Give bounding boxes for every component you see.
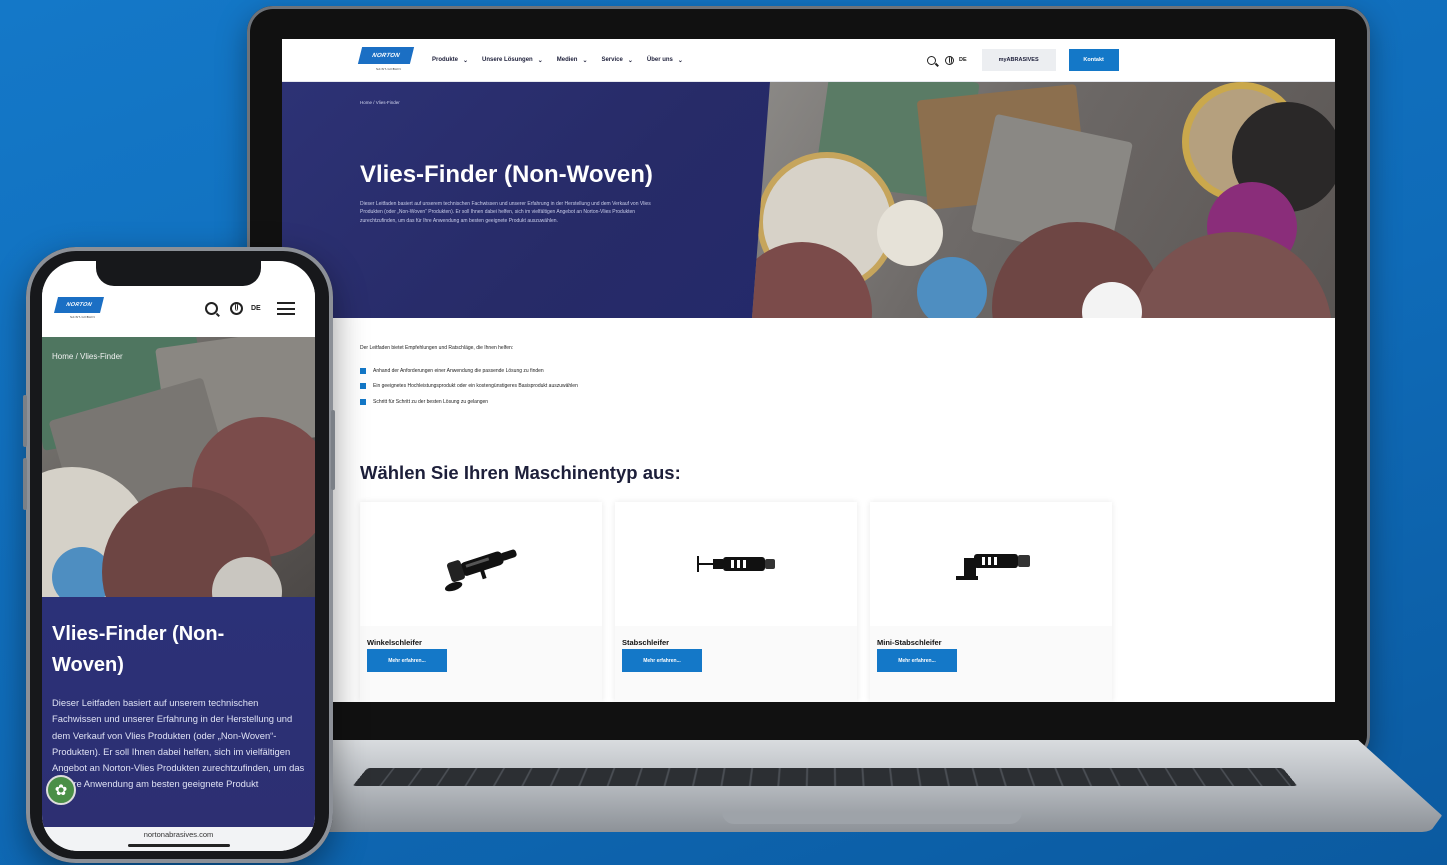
- hero-banner: Home / Vlies-Finder Vlies-Finder (Non-Wo…: [282, 82, 1335, 318]
- header-actions: DE myABRASIVES Kontakt: [927, 49, 1119, 71]
- menu-icon[interactable]: [276, 302, 295, 315]
- machine-type-cards: Winkelschleifer Mehr erfahren... Stabsch…: [360, 502, 1112, 702]
- page-title: Vlies-Finder (Non-Woven): [52, 623, 225, 676]
- cookie-icon[interactable]: ✿: [46, 775, 76, 805]
- card-title: Stabschleifer: [622, 638, 670, 647]
- abrasive-disc: [877, 200, 943, 266]
- laptop-keyboard: [352, 768, 1298, 787]
- search-icon[interactable]: [927, 55, 936, 65]
- card-footer: Stabschleifer Mehr erfahren...: [615, 626, 857, 702]
- nav-label: Unsere Lösungen: [482, 57, 533, 63]
- card-title: Winkelschleifer: [367, 638, 422, 647]
- section-title: Wählen Sie Ihren Maschinentyp aus:: [360, 462, 681, 483]
- nav-item-produkte[interactable]: Produkte ⌄: [432, 57, 468, 64]
- language-selector[interactable]: DE: [959, 57, 967, 63]
- list-item-text: Anhand der Anforderungen einer Anwendung…: [373, 367, 544, 374]
- angle-grinder-icon: [444, 549, 517, 592]
- chevron-down-icon: ⌄: [677, 57, 683, 64]
- norton-logo[interactable]: NORTON SAINT-GOBAIN: [54, 297, 104, 321]
- list-item-text: Schritt für Schritt zu der besten Lösung…: [373, 398, 489, 405]
- search-icon[interactable]: [205, 302, 218, 315]
- nav-label: Produkte: [432, 57, 459, 63]
- mehr-erfahren-button[interactable]: Mehr erfahren...: [367, 649, 447, 672]
- nav-label: Über uns: [646, 57, 673, 63]
- abrasive-disc: [917, 257, 987, 318]
- browser-url-bar[interactable]: nortonabrasives.com: [42, 827, 315, 851]
- desktop-website: NORTON SAINT-GOBAIN Produkte ⌄ Unsere Lös…: [282, 39, 1335, 702]
- hero-product-image: [752, 82, 1335, 318]
- site-header: NORTON SAINT-GOBAIN Produkte ⌄ Unsere Lös…: [282, 39, 1335, 82]
- page-title: Vlies-Finder (Non-Woven): [360, 161, 653, 188]
- main-nav: Produkte ⌄ Unsere Lösungen ⌄ Medien ⌄ Servi…: [432, 57, 683, 64]
- nav-item-loesungen[interactable]: Unsere Lösungen ⌄: [482, 57, 543, 64]
- norton-logo[interactable]: NORTON SAINT-GOBAIN: [357, 47, 415, 73]
- chevron-down-icon: ⌄: [463, 57, 469, 64]
- logo-mark: NORTON: [54, 297, 104, 313]
- breadcrumb[interactable]: Home / Vlies-Finder: [360, 100, 400, 105]
- language-selector[interactable]: DE: [251, 305, 261, 312]
- card-image: [360, 502, 602, 626]
- logo-subtitle: SAINT-GOBAIN: [376, 67, 401, 71]
- main-content: Der Leitfaden bietet Empfehlungen und Ra…: [282, 318, 1335, 702]
- home-indicator: [128, 844, 230, 847]
- hero-text-panel: Home / Vlies-Finder Vlies-Finder (Non-Wo…: [282, 82, 782, 318]
- laptop-opening-notch: [722, 812, 1022, 824]
- list-item: Schritt für Schritt zu der besten Lösung…: [360, 394, 578, 410]
- benefit-list: Anhand der Anforderungen einer Anwendung…: [360, 363, 578, 410]
- card-footer: Winkelschleifer Mehr erfahren...: [360, 626, 602, 702]
- chevron-down-icon: ⌄: [537, 57, 543, 64]
- kontakt-button[interactable]: Kontakt: [1068, 49, 1119, 71]
- hero-description: Dieser Leitfaden basiert auf unserem tec…: [52, 697, 305, 790]
- bullet-square-icon: [360, 367, 366, 374]
- logo-subtitle: SAINT-GOBAIN: [70, 315, 95, 319]
- breadcrumb[interactable]: Home / Vlies-Finder: [52, 352, 123, 361]
- chevron-down-icon: ⌄: [627, 57, 633, 64]
- list-item: Anhand der Anforderungen einer Anwendung…: [360, 363, 578, 379]
- mobile-header-actions: DE: [205, 302, 295, 315]
- intro-text: Der Leitfaden bietet Empfehlungen und Ra…: [360, 345, 514, 351]
- mehr-erfahren-button[interactable]: Mehr erfahren...: [622, 649, 702, 672]
- logo-mark: NORTON: [357, 47, 415, 64]
- list-item-text: Ein geeignetes Hochleistungsprodukt oder…: [373, 383, 578, 390]
- card-stabschleifer[interactable]: Stabschleifer Mehr erfahren...: [615, 502, 857, 702]
- nav-item-ueber-uns[interactable]: Über uns ⌄: [647, 57, 683, 64]
- card-winkelschleifer[interactable]: Winkelschleifer Mehr erfahren...: [360, 502, 602, 702]
- mobile-hero-text-panel: Vlies-Finder (Non-Woven) Dieser Leitfade…: [42, 597, 315, 827]
- nav-item-service[interactable]: Service ⌄: [601, 57, 632, 64]
- card-image: [870, 502, 1112, 626]
- nav-label: Medien: [556, 57, 578, 63]
- chevron-down-icon: ⌄: [582, 57, 588, 64]
- nav-item-medien[interactable]: Medien ⌄: [557, 57, 588, 64]
- list-item: Ein geeignetes Hochleistungsprodukt oder…: [360, 379, 578, 395]
- phone-notch: [96, 261, 261, 286]
- myabrasives-button[interactable]: myABRASIVES: [981, 49, 1056, 71]
- bullet-square-icon: [360, 398, 366, 405]
- card-mini-stabschleifer[interactable]: Mini-Stabschleifer Mehr erfahren...: [870, 502, 1112, 702]
- globe-icon[interactable]: [945, 55, 954, 65]
- card-image: [615, 502, 857, 626]
- mobile-hero-image: [42, 337, 315, 597]
- bullet-square-icon: [360, 383, 366, 390]
- phone-side-button: [23, 395, 27, 447]
- mehr-erfahren-button[interactable]: Mehr erfahren...: [877, 649, 957, 672]
- mobile-website: NORTON SAINT-GOBAIN DE Home / Vlies-Find…: [42, 261, 315, 851]
- die-grinder-icon: [697, 556, 775, 572]
- card-title: Mini-Stabschleifer: [877, 638, 942, 647]
- mobile-header: NORTON SAINT-GOBAIN DE: [42, 287, 315, 337]
- globe-icon[interactable]: [230, 302, 243, 315]
- phone-side-button: [331, 410, 335, 490]
- card-footer: Mini-Stabschleifer Mehr erfahren...: [870, 626, 1112, 702]
- nav-label: Service: [601, 57, 623, 63]
- abrasive-disc: [1132, 232, 1332, 318]
- mini-die-grinder-icon: [956, 554, 1030, 580]
- phone-side-button: [23, 458, 27, 510]
- hero-description: Dieser Leitfaden basiert auf unserem tec…: [360, 201, 651, 224]
